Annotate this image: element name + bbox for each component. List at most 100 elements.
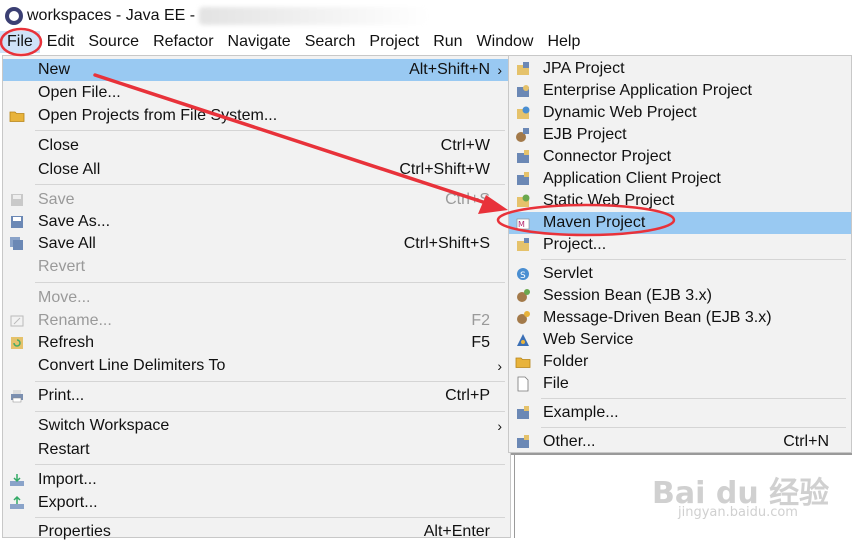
menu-item-properties[interactable]: Properties Alt+Enter bbox=[3, 521, 510, 543]
submenu-item-label: Folder bbox=[543, 353, 589, 370]
submenu-item-label: JPA Project bbox=[543, 60, 625, 77]
menu-file[interactable]: File bbox=[0, 31, 40, 53]
menu-item-new[interactable]: New Alt+Shift+N › bbox=[3, 59, 510, 81]
import-icon bbox=[10, 474, 24, 486]
ejb-project-icon bbox=[516, 128, 529, 142]
submenu-item-example[interactable]: Example... bbox=[509, 402, 851, 424]
menu-separator bbox=[541, 427, 846, 428]
session-bean-icon bbox=[517, 289, 530, 302]
submenu-item-other[interactable]: Other... Ctrl+N bbox=[509, 431, 851, 453]
menu-item-close-all[interactable]: Close All Ctrl+Shift+W bbox=[3, 159, 510, 181]
menu-item-label: Rename... bbox=[38, 312, 112, 329]
menu-item-label: Open Projects from File System... bbox=[38, 107, 278, 124]
submenu-item-web-service[interactable]: Web Service bbox=[509, 329, 851, 351]
menu-project[interactable]: Project bbox=[362, 31, 426, 53]
menu-item-label: New bbox=[38, 61, 71, 78]
submenu-item-label: Servlet bbox=[543, 265, 593, 282]
menu-item-label: Move... bbox=[38, 289, 91, 306]
menu-item-label: Revert bbox=[38, 258, 86, 275]
submenu-item-enterprise-application-project[interactable]: Enterprise Application Project bbox=[509, 80, 851, 102]
menu-item-close[interactable]: Close Ctrl+W bbox=[3, 135, 510, 157]
menu-item-label: Restart bbox=[38, 441, 90, 458]
menu-separator bbox=[35, 130, 505, 131]
menu-separator bbox=[35, 282, 505, 283]
save-as-icon bbox=[11, 216, 23, 228]
menu-item-revert: Revert bbox=[3, 256, 510, 278]
message-bean-icon bbox=[517, 311, 530, 324]
title-bar: workspaces - Java EE - bbox=[0, 0, 852, 31]
project-icon bbox=[517, 238, 529, 251]
menu-item-label: Refresh bbox=[38, 334, 95, 351]
menu-item-convert-line-delimiters[interactable]: Convert Line Delimiters To › bbox=[3, 355, 510, 377]
menu-item-save: Save Ctrl+S bbox=[3, 189, 510, 211]
menu-item-shortcut: Ctrl+Shift+W bbox=[399, 161, 490, 178]
new-submenu: JPA Project Enterprise Application Proje… bbox=[508, 55, 852, 453]
connector-project-icon bbox=[517, 150, 529, 163]
submenu-item-file[interactable]: File bbox=[509, 373, 851, 395]
submenu-item-static-web-project[interactable]: Static Web Project bbox=[509, 190, 851, 212]
submenu-item-label: File bbox=[543, 375, 569, 392]
submenu-item-dynamic-web-project[interactable]: Dynamic Web Project bbox=[509, 102, 851, 124]
menu-window[interactable]: Window bbox=[470, 31, 541, 53]
example-icon bbox=[517, 406, 529, 419]
menu-separator bbox=[35, 464, 505, 465]
menu-item-switch-workspace[interactable]: Switch Workspace › bbox=[3, 415, 510, 437]
menu-refactor[interactable]: Refactor bbox=[146, 31, 220, 53]
menu-item-shortcut: Ctrl+S bbox=[445, 191, 490, 208]
menu-item-restart[interactable]: Restart bbox=[3, 439, 510, 461]
menu-item-export[interactable]: Export... bbox=[3, 492, 510, 514]
submenu-arrow-icon: › bbox=[497, 418, 502, 434]
submenu-item-session-bean[interactable]: Session Bean (EJB 3.x) bbox=[509, 285, 851, 307]
svg-text:M: M bbox=[518, 220, 525, 229]
menu-item-label: Convert Line Delimiters To bbox=[38, 357, 226, 374]
menu-item-label: Print... bbox=[38, 387, 85, 404]
menu-source[interactable]: Source bbox=[81, 31, 146, 53]
svg-text:S: S bbox=[520, 271, 526, 281]
submenu-item-jpa-project[interactable]: JPA Project bbox=[509, 58, 851, 80]
baidu-watermark-url: jingyan.baidu.com bbox=[678, 505, 798, 520]
submenu-item-label: Session Bean (EJB 3.x) bbox=[543, 287, 712, 304]
menu-item-open-file[interactable]: Open File... bbox=[3, 82, 510, 104]
web-project-icon bbox=[517, 106, 530, 119]
menu-separator bbox=[35, 381, 505, 382]
menu-search[interactable]: Search bbox=[298, 31, 363, 53]
submenu-item-servlet[interactable]: S Servlet bbox=[509, 263, 851, 285]
submenu-arrow-icon: › bbox=[497, 358, 502, 374]
print-icon bbox=[11, 390, 23, 403]
submenu-item-connector-project[interactable]: Connector Project bbox=[509, 146, 851, 168]
submenu-item-folder[interactable]: Folder bbox=[509, 351, 851, 373]
submenu-item-project[interactable]: Project... bbox=[509, 234, 851, 256]
menu-item-label: Export... bbox=[38, 494, 98, 511]
submenu-item-message-driven-bean[interactable]: Message-Driven Bean (EJB 3.x) bbox=[509, 307, 851, 329]
menu-item-label: Close bbox=[38, 137, 79, 154]
static-web-project-icon bbox=[517, 194, 530, 207]
menu-item-save-all[interactable]: Save All Ctrl+Shift+S bbox=[3, 233, 510, 255]
submenu-item-maven-project[interactable]: M Maven Project bbox=[509, 212, 851, 234]
menu-item-label: Import... bbox=[38, 471, 97, 488]
menu-separator bbox=[541, 259, 846, 260]
eclipse-app-icon bbox=[5, 6, 23, 25]
submenu-item-label: Application Client Project bbox=[543, 170, 721, 187]
submenu-item-label: Maven Project bbox=[543, 214, 646, 231]
file-menu-dropdown: New Alt+Shift+N › Open File... Open Proj… bbox=[2, 55, 511, 540]
menu-separator bbox=[541, 398, 846, 399]
menu-navigate[interactable]: Navigate bbox=[221, 31, 298, 53]
ear-project-icon bbox=[517, 85, 529, 97]
submenu-item-application-client-project[interactable]: Application Client Project bbox=[509, 168, 851, 190]
folder-icon bbox=[9, 111, 25, 122]
submenu-item-ejb-project[interactable]: EJB Project bbox=[509, 124, 851, 146]
submenu-item-label: Web Service bbox=[543, 331, 634, 348]
menu-item-shortcut: F2 bbox=[471, 312, 490, 329]
menu-item-save-as[interactable]: Save As... bbox=[3, 211, 510, 233]
menu-item-open-projects[interactable]: Open Projects from File System... bbox=[3, 105, 510, 127]
menu-item-rename: Rename... F2 bbox=[3, 310, 510, 332]
save-all-icon bbox=[10, 237, 23, 250]
menu-item-label: Save As... bbox=[38, 213, 111, 230]
submenu-item-label: EJB Project bbox=[543, 126, 627, 143]
menu-run[interactable]: Run bbox=[426, 31, 469, 53]
menu-item-import[interactable]: Import... bbox=[3, 469, 510, 491]
menu-help[interactable]: Help bbox=[540, 31, 587, 53]
menu-item-refresh[interactable]: Refresh F5 bbox=[3, 332, 510, 354]
menu-item-print[interactable]: Print... Ctrl+P bbox=[3, 385, 510, 407]
menu-edit[interactable]: Edit bbox=[40, 31, 82, 53]
